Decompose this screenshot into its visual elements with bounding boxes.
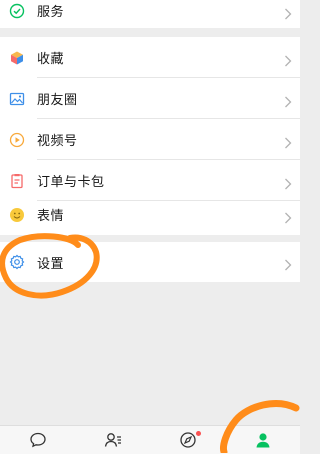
menu-item-channels[interactable]: 视频号 [0,119,300,160]
moments-image-icon [9,91,25,107]
menu-item-label: 收藏 [37,52,65,67]
discover-notification-dot [196,431,201,436]
favorites-cube-icon [9,50,25,66]
orders-cards-icon [9,173,25,189]
settings-section: 设置 [0,242,300,282]
profile-icon [256,433,269,448]
sticker-smile-icon [9,207,25,223]
tab-chats[interactable] [0,426,75,454]
channels-play-icon [9,132,25,148]
chevron-right-icon [284,256,292,271]
chat-bubble-icon [29,432,46,448]
menu-item-stickers[interactable]: 表情 [0,194,300,235]
contacts-icon [104,433,121,447]
services-check-icon [9,3,25,19]
bottom-tab-bar [0,425,300,454]
services-section: 服务 [0,0,300,28]
menu-item-label: 表情 [37,209,65,224]
chevron-right-icon [284,134,292,148]
features-section: 收藏 朋友圈 视频号 订单与卡包 表情 [0,37,300,235]
menu-item-moments[interactable]: 朋友圈 [0,78,300,119]
chevron-right-icon [284,5,292,19]
settings-gear-icon [9,254,25,270]
menu-item-label: 视频号 [37,134,78,149]
tab-contacts[interactable] [75,426,150,454]
menu-item-label: 服务 [37,5,65,20]
tab-me[interactable] [225,426,300,454]
menu-item-settings[interactable]: 设置 [0,242,300,282]
chevron-right-icon [284,93,292,107]
menu-item-label: 订单与卡包 [37,175,105,190]
menu-item-label: 朋友圈 [37,93,78,108]
chevron-right-icon [284,175,292,189]
chevron-right-icon [284,52,292,66]
compass-icon [179,432,196,448]
menu-item-services[interactable]: 服务 [0,0,300,31]
menu-item-favorites[interactable]: 收藏 [0,37,300,78]
menu-item-label: 设置 [37,256,65,272]
tab-discover[interactable] [150,426,225,454]
chevron-right-icon [284,209,292,223]
